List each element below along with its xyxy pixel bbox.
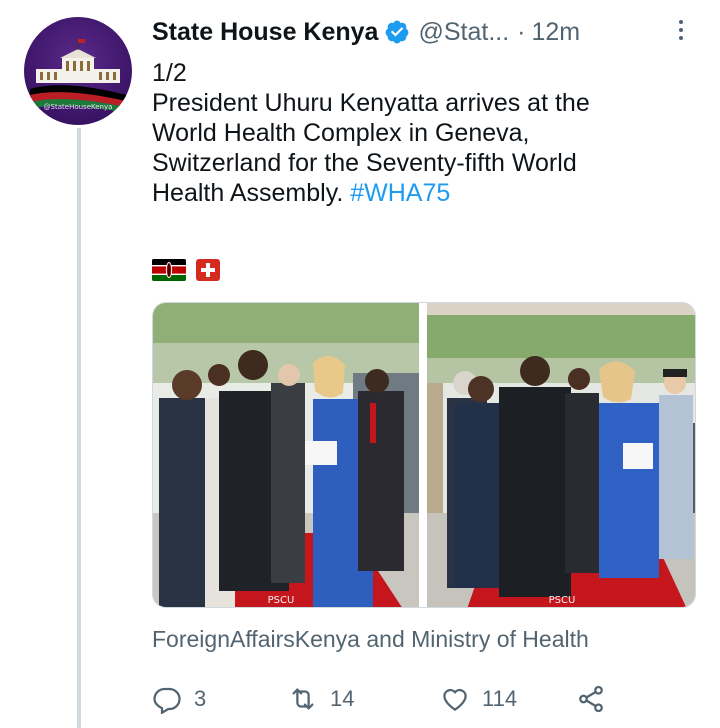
tweet-last-line: Health Assembly. #WHA75 — [152, 178, 692, 208]
hashtag-link[interactable]: #WHA75 — [350, 179, 450, 207]
photo-2[interactable]: PSCU — [427, 303, 695, 607]
heart-icon — [443, 688, 467, 711]
share-icon — [579, 685, 603, 713]
display-name[interactable]: State House Kenya — [152, 18, 378, 47]
tweet-line: Health Assembly. — [152, 179, 344, 207]
kenya-flag-icon — [152, 259, 186, 281]
tweet-header: State House Kenya @Stat... · 12m — [152, 14, 580, 50]
retweet-button[interactable]: 14 — [288, 684, 354, 714]
tweet-line: Switzerland for the Seventy-fifth World — [152, 149, 577, 177]
reply-icon — [153, 687, 181, 714]
verified-badge-icon — [386, 20, 409, 44]
reply-count: 3 — [194, 686, 207, 711]
retweet-icon — [292, 688, 314, 710]
like-button[interactable]: 114 — [440, 684, 517, 714]
media-attribution[interactable]: ForeignAffairsKenya and Ministry of Heal… — [152, 626, 589, 653]
avatar[interactable]: @StateHouseKenya — [24, 17, 132, 125]
author-handle[interactable]: @Stat... — [418, 18, 509, 47]
watermark-left: PSCU — [268, 595, 295, 606]
share-button[interactable] — [576, 684, 618, 714]
separator-dot: · — [517, 17, 526, 46]
retweet-count: 14 — [330, 686, 355, 711]
flag-emojis — [152, 259, 220, 281]
tweet-text: 1/2 President Uhuru Kenyatta arrives at … — [152, 58, 692, 208]
switzerland-flag-icon — [196, 259, 220, 281]
tweet-line: 1/2 — [152, 59, 187, 87]
avatar-caption: @StateHouseKenya — [43, 103, 113, 111]
like-count: 114 — [482, 686, 518, 711]
more-options-icon[interactable] — [671, 16, 691, 48]
media-gallery[interactable]: PSCU PSCU — [152, 302, 696, 608]
tweet-line: World Health Complex in Geneva, — [152, 119, 530, 147]
timestamp[interactable]: 12m — [531, 18, 580, 47]
watermark-right: PSCU — [549, 595, 576, 606]
reply-button[interactable]: 3 — [152, 684, 206, 714]
thread-connector-line — [77, 128, 81, 728]
photo-1[interactable]: PSCU — [153, 303, 419, 607]
tweet-line: President Uhuru Kenyatta arrives at the — [152, 89, 590, 117]
tweet-actions: 3 14 114 — [152, 684, 692, 718]
